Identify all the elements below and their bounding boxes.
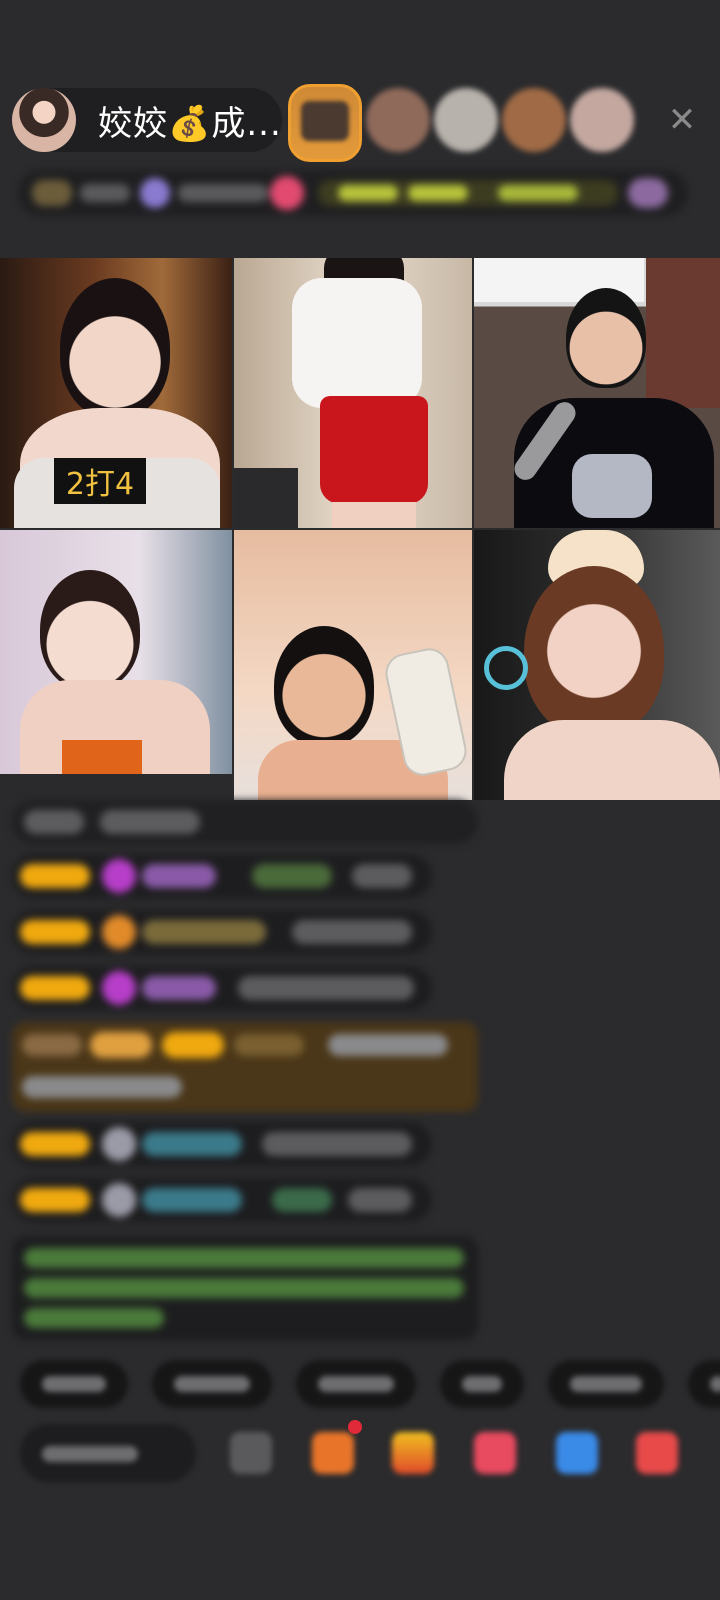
cart-icon[interactable]	[474, 1432, 516, 1474]
close-icon[interactable]: ✕	[660, 98, 704, 142]
host-avatar[interactable]	[12, 88, 76, 152]
top-viewer-avatar-4[interactable]	[502, 88, 566, 152]
activity-icon[interactable]	[312, 1432, 354, 1474]
host-name: 姣姣💰成...	[98, 103, 282, 144]
notification-dot	[348, 1420, 362, 1434]
more-icon[interactable]	[636, 1432, 678, 1474]
streamer-head	[524, 566, 664, 736]
top-viewer-avatar-5[interactable]	[570, 88, 634, 152]
gift-icon[interactable]	[392, 1432, 434, 1474]
quick-reply-button-1[interactable]	[20, 1360, 128, 1408]
ring-light-icon	[484, 646, 528, 690]
legs	[332, 502, 416, 528]
video-tile-4[interactable]	[0, 530, 232, 800]
room-info-row[interactable]	[18, 170, 688, 216]
streamer-head	[40, 570, 140, 690]
comment-input[interactable]	[20, 1424, 196, 1482]
quick-reply-button-2[interactable]	[152, 1360, 272, 1408]
system-notice-message[interactable]	[12, 1236, 478, 1340]
orange-top	[62, 740, 142, 774]
chat-message[interactable]	[12, 1122, 432, 1166]
chat-message[interactable]	[12, 1178, 432, 1222]
video-tile-6[interactable]	[474, 530, 720, 800]
quick-reply-button-6[interactable]	[688, 1360, 720, 1408]
red-skirt	[320, 396, 428, 504]
chat-highlight-message[interactable]	[12, 1022, 478, 1112]
video-tile-3[interactable]	[474, 258, 720, 528]
chat-message[interactable]	[12, 854, 432, 898]
video-tile-2[interactable]	[234, 258, 472, 528]
streamer-figure	[60, 278, 170, 418]
chair	[234, 468, 298, 528]
streamer-head	[274, 626, 374, 746]
streamer-head	[566, 288, 646, 388]
quick-reply-button-5[interactable]	[548, 1360, 664, 1408]
match-score-badge: 2打4	[54, 458, 146, 504]
chat-message[interactable]	[12, 910, 432, 954]
video-tile-5[interactable]	[234, 530, 472, 800]
host-info-pill[interactable]: 姣姣💰成...	[12, 88, 282, 152]
chat-message[interactable]	[12, 966, 432, 1010]
emoji-icon[interactable]	[230, 1432, 272, 1474]
quick-reply-button-3[interactable]	[296, 1360, 416, 1408]
white-top	[292, 278, 422, 408]
shirt-print	[572, 454, 652, 518]
shelf	[646, 258, 720, 408]
share-icon[interactable]	[556, 1432, 598, 1474]
streamer-body	[504, 720, 720, 800]
video-grid: 2打4	[0, 258, 720, 800]
quick-reply-button-4[interactable]	[440, 1360, 524, 1408]
top-viewer-avatar-3[interactable]	[434, 88, 498, 152]
tile-tag	[0, 270, 4, 283]
desk	[0, 774, 232, 800]
top-viewer-avatar-2[interactable]	[366, 88, 430, 152]
top-viewer-avatar-1[interactable]	[288, 84, 362, 162]
chat-message[interactable]	[12, 800, 478, 844]
